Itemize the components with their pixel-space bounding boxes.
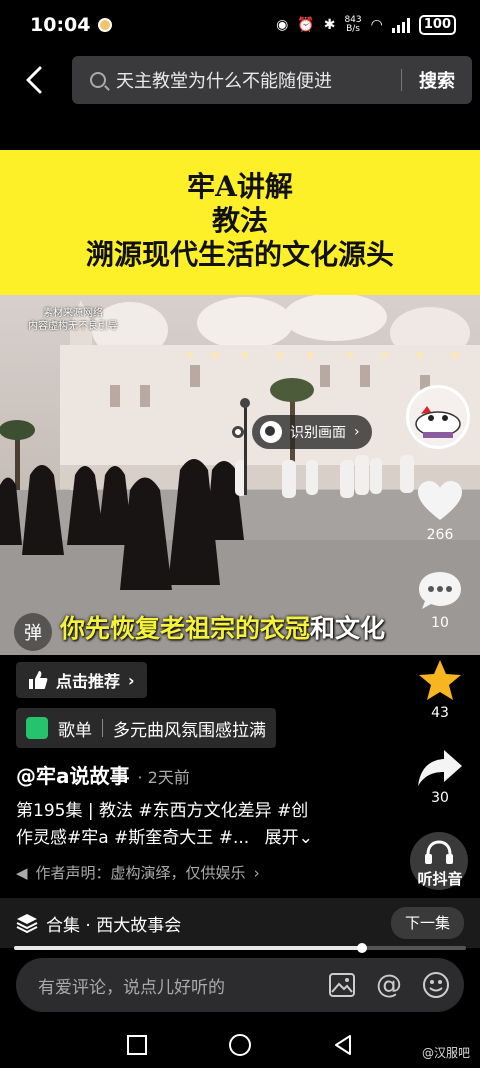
comment-bubble-icon xyxy=(419,572,461,609)
comment-button[interactable]: 10 xyxy=(410,570,470,631)
playlist-tag: 歌单 xyxy=(58,720,92,741)
like-count: 266 xyxy=(426,527,454,543)
search-input[interactable]: 天主教堂为什么不能随便进 xyxy=(116,67,332,93)
chevron-left-icon xyxy=(26,66,42,94)
thumbs-up-icon xyxy=(29,671,48,689)
search-bar[interactable]: 天主教堂为什么不能随便进 搜索 xyxy=(72,56,472,104)
video-subtitle: 你先恢复老祖宗的衣冠和文化 xyxy=(60,614,386,643)
next-episode-button[interactable]: 下一集 xyxy=(390,907,464,939)
playlist-name: 多元曲风氛围感拉满 xyxy=(113,720,266,741)
layers-icon xyxy=(16,914,38,933)
back-button[interactable] xyxy=(20,62,50,98)
chevron-right-icon: › xyxy=(128,670,135,690)
recommend-button[interactable]: 点击推荐 › xyxy=(16,662,147,698)
mosque-scene-image xyxy=(0,295,480,655)
collection-bar[interactable]: 合集 · 西大故事会 下一集 xyxy=(0,898,480,948)
system-nav-bar xyxy=(0,1022,480,1068)
favorite-count: 43 xyxy=(431,705,449,721)
source-watermark: @汉服吧 xyxy=(421,1046,470,1060)
creator-avatar[interactable] xyxy=(406,385,470,449)
music-note-icon xyxy=(26,717,48,739)
banner-line-3: 溯源现代生活的文化源头 xyxy=(85,238,394,271)
video-description[interactable]: 第195集 | 教法 #东西方文化差异 #创 作灵感#牢a #斯奎奇大王 #..… xyxy=(16,798,396,852)
recognize-pin-icon xyxy=(232,426,244,438)
back-triangle-icon[interactable] xyxy=(332,1034,354,1056)
share-button[interactable]: 30 xyxy=(410,748,470,806)
author-name[interactable]: @牢a说故事 · 2天前 xyxy=(16,760,190,789)
comment-input[interactable]: 有爱评论，说点儿好听的 xyxy=(38,973,225,998)
comment-count: 10 xyxy=(431,615,449,631)
megaphone-icon: ◀ xyxy=(16,863,28,882)
signal-icon xyxy=(391,17,410,33)
clock: 10:04 xyxy=(30,14,91,36)
status-bar: 10:04 ◉ ⏰ ✱ 843 B/s ◠ 100 xyxy=(0,0,480,50)
recent-apps-icon[interactable] xyxy=(126,1034,148,1056)
video-player[interactable]: 素材来源网络 内容虚构无不良引导 识别画面 › 弹 你先恢复老祖宗的衣冠和文化 xyxy=(0,295,480,655)
bluetooth-icon: ✱ xyxy=(323,17,336,33)
emoji-icon[interactable] xyxy=(422,971,450,999)
share-arrow-icon xyxy=(418,750,462,786)
star-icon xyxy=(419,660,461,700)
search-icon xyxy=(90,72,106,88)
recommend-label: 点击推荐 xyxy=(56,672,121,691)
share-count: 30 xyxy=(431,790,449,806)
recognize-image-button[interactable]: 识别画面 › xyxy=(252,415,372,449)
chevron-right-icon: › xyxy=(253,863,260,882)
video-credit-watermark: 素材来源网络 内容虚构无不良引导 xyxy=(28,308,118,332)
heart-icon xyxy=(418,481,462,520)
wifi-icon: ◠ xyxy=(370,17,383,33)
progress-knob[interactable] xyxy=(357,943,368,953)
description-line-2: 作灵感#牢a #斯奎奇大王 #... 展开⌄ xyxy=(16,828,313,848)
lens-icon xyxy=(260,421,282,443)
listen-label[interactable]: 听抖音 xyxy=(406,868,474,889)
progress-fill xyxy=(14,946,363,950)
net-speed: 843 B/s xyxy=(344,15,362,34)
author-declaration[interactable]: ◀ 作者声明：虚构演绎，仅供娱乐 › xyxy=(16,862,260,883)
post-time: · 2天前 xyxy=(137,768,190,787)
playlist-link[interactable]: 歌单 多元曲风氛围感拉满 xyxy=(16,708,276,748)
at-mention-icon[interactable]: @ xyxy=(376,970,402,1000)
collection-name: 合集 · 西大故事会 xyxy=(46,915,182,936)
like-button[interactable]: 266 xyxy=(410,480,470,543)
banner-line-1: 牢A讲解 xyxy=(187,170,293,203)
expand-link[interactable]: 展开 xyxy=(265,828,299,848)
home-icon[interactable] xyxy=(228,1033,252,1057)
eye-icon: ◉ xyxy=(276,17,289,33)
battery-indicator: 100 xyxy=(418,15,456,35)
video-progress-bar[interactable] xyxy=(14,943,466,953)
divider xyxy=(102,719,103,737)
video-title-banner: 牢A讲解 教法 溯源现代生活的文化源头 xyxy=(0,150,480,295)
recognize-image-label: 识别画面 xyxy=(290,425,346,441)
danmu-toggle-button[interactable]: 弹 xyxy=(14,613,52,651)
cartoon-avatar-image xyxy=(409,388,467,446)
favorite-button[interactable]: 43 xyxy=(410,658,470,721)
alarm-icon: ⏰ xyxy=(297,17,315,33)
image-icon[interactable] xyxy=(328,972,356,998)
notification-icon xyxy=(98,18,113,32)
banner-line-2: 教法 xyxy=(211,204,268,237)
comment-input-bar[interactable]: 有爱评论，说点儿好听的 @ xyxy=(16,958,464,1012)
chevron-down-icon: ⌄ xyxy=(298,828,313,848)
chevron-right-icon: › xyxy=(354,424,360,440)
headphones-icon xyxy=(425,840,453,864)
description-line-1: 第195集 | 教法 #东西方文化差异 #创 xyxy=(16,801,309,821)
search-button[interactable]: 搜索 xyxy=(402,67,472,93)
